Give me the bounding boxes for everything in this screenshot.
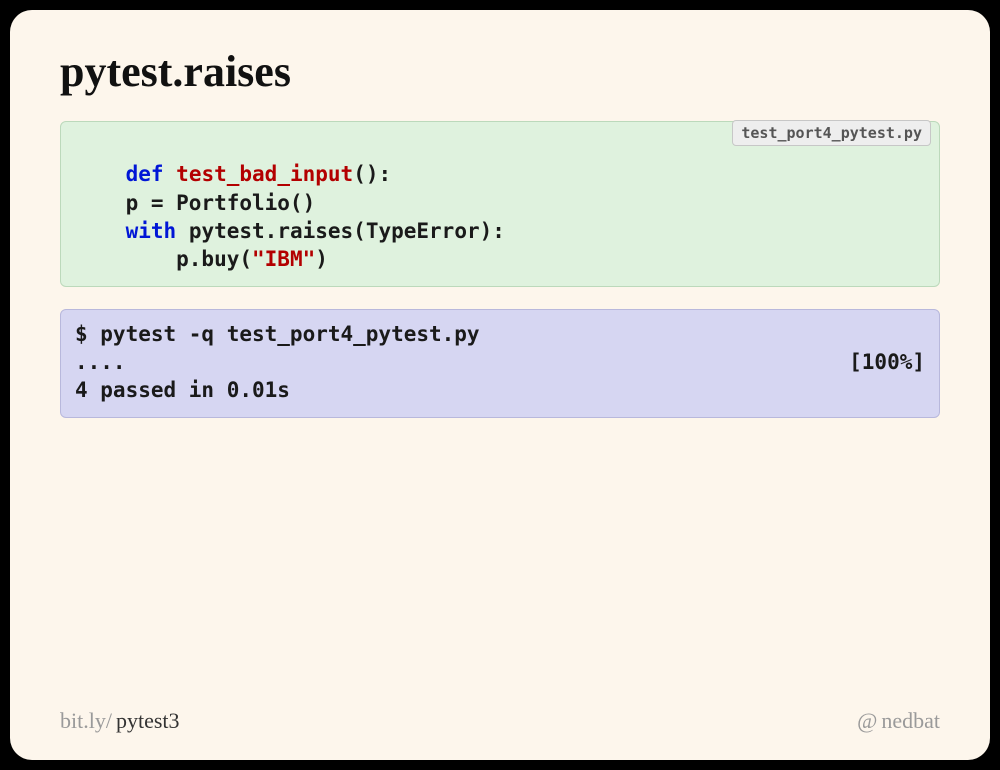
shell-dots: .... (75, 348, 126, 376)
footer-url-prefix: bit.ly/ (60, 708, 112, 734)
footer-url-slug: pytest3 (116, 708, 180, 734)
buy-suffix: ) (315, 247, 328, 271)
slide-card: pytest.raises test_port4_pytest.pydef te… (10, 10, 990, 760)
shell-cmd: $ pytest -q test_port4_pytest.py (75, 322, 480, 346)
raises-call: pytest.raises(TypeError): (189, 219, 505, 243)
fn-name: test_bad_input (176, 162, 353, 186)
footer-url: bit.ly/pytest3 (60, 708, 180, 734)
filename-tag: test_port4_pytest.py (732, 120, 931, 146)
slide-footer: bit.ly/pytest3 @nedbat (60, 708, 940, 736)
shell-summary: 4 passed in 0.01s (75, 378, 290, 402)
fn-paren: (): (353, 162, 391, 186)
python-code-block: test_port4_pytest.pydef test_bad_input()… (60, 121, 940, 287)
buy-str: "IBM" (252, 247, 315, 271)
kw-with: with (126, 219, 177, 243)
shell-progress-line: .... [100%] (75, 348, 925, 376)
code-line-2: p = Portfolio() (75, 191, 315, 215)
footer-handle-name: nedbat (881, 708, 940, 734)
shell-percent: [100%] (849, 348, 925, 376)
slide-title: pytest.raises (60, 46, 940, 97)
shell-output-block: $ pytest -q test_port4_pytest.py .... [10… (60, 309, 940, 418)
footer-handle: @nedbat (857, 708, 940, 734)
kw-def: def (126, 162, 164, 186)
buy-prefix: p.buy( (75, 247, 252, 271)
footer-handle-at: @ (857, 708, 877, 734)
